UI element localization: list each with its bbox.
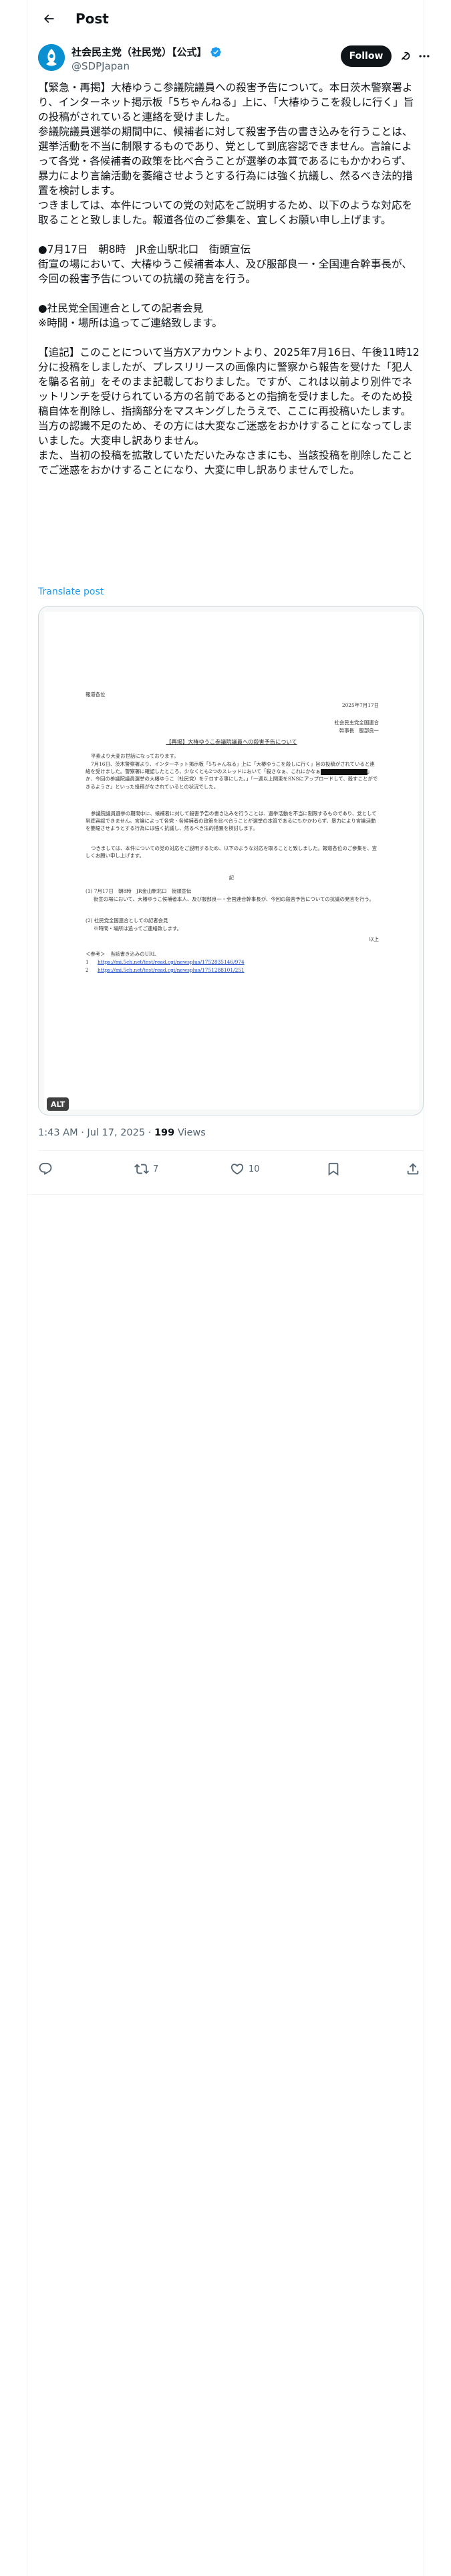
post-spacer [38,286,421,301]
like-button[interactable]: 10 [230,1162,260,1176]
doc-title: 【再掲】大椿ゆうこ参議院議員への殺害予告について [166,738,297,745]
doc-end: 以上 [369,936,379,942]
doc-body-3: つきましては、本件についての党の対応をご説明するため、以下のような対応を取ること… [86,845,378,859]
repost-count: 7 [153,1164,159,1174]
post-paragraph: また、当初の投稿を拡散していただいたみなさまにも、当該投稿を削除したことでご迷惑… [38,449,413,476]
repost-button[interactable]: 7 [134,1162,158,1176]
doc-item-2-detail: ※時間・場所は追ってご連絡致します。 [94,926,182,932]
translate-post-link[interactable]: Translate post [38,586,104,597]
post-paragraph: ●社民党全国連合としての記者会見 [38,302,204,314]
post-paragraph: ●7月17日 朝8時 JR金山駅北口 街頭宣伝 [38,243,251,255]
doc-body-2: 参議院議員選挙の期間中に、候補者に対して殺害予告の書き込みを行うことは、選挙活動… [86,811,377,832]
press-release-document: 報道各位 2025年7月17日 社会民主党全国連合 幹事長 服部良一 【再掲】大… [44,612,419,1109]
arrow-left-icon [43,14,54,23]
post-spacer [38,227,421,242]
doc-ref-number: 1 [86,959,89,965]
doc-item-2: (2) 社民党全国連合としての記者会見 [86,918,168,924]
doc-item-1-detail: 街宣の場において、大椿ゆうこ候補者本人、及び服部良一・全国連合幹事長が、今回の殺… [94,896,374,902]
post-paragraph: 当方の認識不足のため、その方には大変なご迷惑をおかけすることになってしまいました… [38,420,413,447]
heart-icon [231,1164,244,1175]
bookmark-icon [328,1162,339,1176]
display-name[interactable]: 社会民主党（社民党）【公式】 [71,45,207,59]
post-paragraph: 街宣の場において、大椿ゆうこ候補者本人、及び服部良一・全国連合幹事長が、今回の殺… [38,258,412,285]
redaction-box [320,768,367,775]
reply-icon [39,1162,52,1175]
more-options-button[interactable] [416,48,432,64]
post-paragraph: 参議院議員選挙の期間中に、候補者に対して殺害予告の書き込みを行うことは、選挙活動… [38,126,413,197]
doc-addressee: 報道各位 [86,691,106,697]
more-horizontal-icon [419,55,430,58]
like-count: 10 [249,1164,260,1174]
share-button[interactable] [406,1162,420,1176]
post-paragraph: 【追記】このことについて当方Xアカウントより、2025年7月16日、午後11時1… [38,346,420,417]
post-meta: 1:43 AM · Jul 17, 2025 · 199 Views [38,1128,206,1138]
author-row: 社会民主党（社民党）【公式】 @SDPJapan Follow [38,44,430,74]
verified-badge-icon [210,46,221,58]
share-icon [407,1163,419,1175]
attached-image[interactable]: 報道各位 2025年7月17日 社会民主党全国連合 幹事長 服部良一 【再掲】大… [38,606,424,1115]
back-button[interactable] [37,7,61,31]
top-bar: Post [27,0,424,37]
party-logo-icon [38,44,65,71]
doc-reference-link: https://mi.5ch.net/test/read.cgi/newsplu… [98,959,245,965]
views-count: 199 [154,1128,175,1138]
doc-body-1c: 今回の参議院議員選挙の大椿ゆうこ（社民党）をテロする事にした。」「一週以上関東を… [86,776,378,790]
post-paragraph: ※時間・場所は追ってご連絡致します。 [38,317,222,329]
doc-date: 2025年7月17日 [341,702,379,708]
doc-reference-title: ＜参考＞ 当該書き込みのURL [86,951,156,957]
action-bar: 7 10 [38,1162,424,1186]
post-spacer [38,330,421,345]
doc-reference-link: https://mi.5ch.net/test/read.cgi/newsplu… [98,967,245,973]
handle[interactable]: @SDPJapan [71,60,222,72]
divider [38,1150,424,1151]
bookmark-button[interactable] [326,1162,345,1176]
doc-organization: 社会民主党全国連合 [334,720,379,726]
alt-text-badge[interactable]: ALT [47,1097,69,1111]
views-label: Views [174,1128,206,1138]
doc-ref-number: 2 [86,967,89,973]
repost-icon [134,1164,149,1174]
post-paragraph: 【緊急・再掲】大椿ゆうこ参議院議員への殺害予告について。本日茨木警察署より、イン… [38,82,414,123]
author-names: 社会民主党（社民党）【公式】 @SDPJapan [71,45,222,72]
grok-button[interactable] [398,48,414,64]
divider [27,1194,424,1195]
post-text: 【緊急・再掲】大椿ゆうこ参議院議員への殺害予告について。本日茨木警察署より、イン… [38,80,421,477]
page-title: Post [76,11,109,27]
doc-greeting: 平素より大変お世話になっております。 [91,753,179,759]
post-paragraph: つきましては、本件についての党の対応をご説明するため、以下のような対応を取ること… [38,199,413,226]
doc-body-1: 7月16日、茨木警察署より、インターネット掲示板「5ちゃんねる」上に「大椿ゆうこ… [86,760,380,790]
doc-signer: 幹事長 服部良一 [339,728,379,734]
doc-item-1: (1) 7月17日 朝8時 JR金山駅北口 街頭宣伝 [86,888,192,894]
display-name-row: 社会民主党（社民党）【公式】 [71,45,222,59]
reply-button[interactable] [38,1162,57,1176]
doc-ki: 記 [229,875,235,881]
avatar[interactable] [38,44,65,71]
grok-icon [401,51,410,60]
follow-button[interactable]: Follow [341,45,392,67]
timestamp[interactable]: 1:43 AM · Jul 17, 2025 · [38,1128,154,1138]
